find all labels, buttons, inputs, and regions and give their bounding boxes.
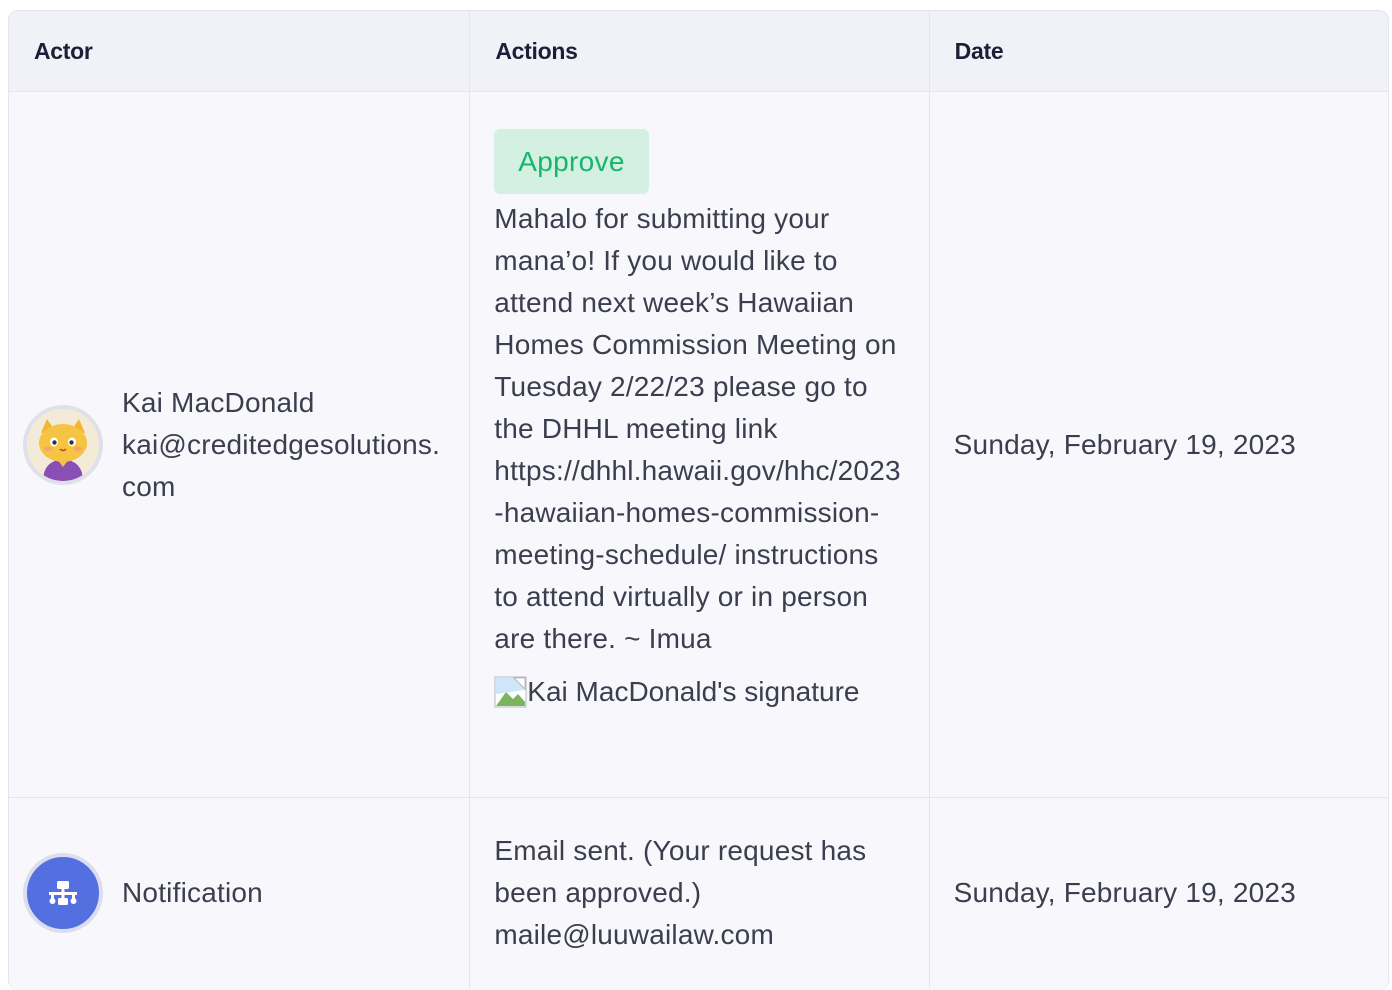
broken-image-icon bbox=[494, 676, 527, 708]
action-date: Sunday, February 19, 2023 bbox=[953, 877, 1296, 908]
workflow-icon bbox=[23, 853, 103, 933]
signature-image: Kai MacDonald's signature bbox=[494, 674, 904, 710]
notification-message: Email sent. (Your request has been appro… bbox=[494, 835, 867, 908]
notification-recipient: maile@luuwailaw.com bbox=[494, 919, 774, 950]
actor-email: kai@creditedgesolutions.com bbox=[122, 428, 441, 502]
cat-avatar-icon bbox=[23, 404, 103, 485]
date-cell: Sunday, February 19, 2023 bbox=[930, 798, 1388, 988]
actor-name: Kai MacDonald bbox=[122, 386, 315, 418]
table-header-row: Actor Actions Date bbox=[9, 11, 1388, 92]
actor-name: Notification bbox=[122, 877, 263, 908]
approval-comment: Mahalo for submitting your mana’o! If yo… bbox=[494, 203, 901, 654]
column-header-actor: Actor bbox=[9, 11, 471, 91]
actor-cell: Kai MacDonald kai@creditedgesolutions.co… bbox=[9, 92, 471, 797]
approve-status-badge: Approve bbox=[494, 129, 649, 194]
actions-cell: Email sent. (Your request has been appro… bbox=[470, 798, 930, 988]
actions-cell: Approve Mahalo for submitting your mana’… bbox=[470, 92, 930, 797]
table-row: Kai MacDonald kai@creditedgesolutions.co… bbox=[9, 92, 1388, 798]
actor-cell: Notification bbox=[9, 798, 471, 988]
action-date: Sunday, February 19, 2023 bbox=[953, 428, 1296, 460]
approval-history-table: Actor Actions Date Kai MacDonald kai@cre… bbox=[8, 10, 1389, 990]
signature-alt-text: Kai MacDonald's signature bbox=[527, 676, 860, 707]
column-header-date: Date bbox=[954, 38, 1004, 64]
date-cell: Sunday, February 19, 2023 bbox=[930, 92, 1388, 797]
column-header-actions: Actions bbox=[470, 11, 930, 91]
table-row: Notification Email sent. (Your request h… bbox=[9, 798, 1388, 988]
